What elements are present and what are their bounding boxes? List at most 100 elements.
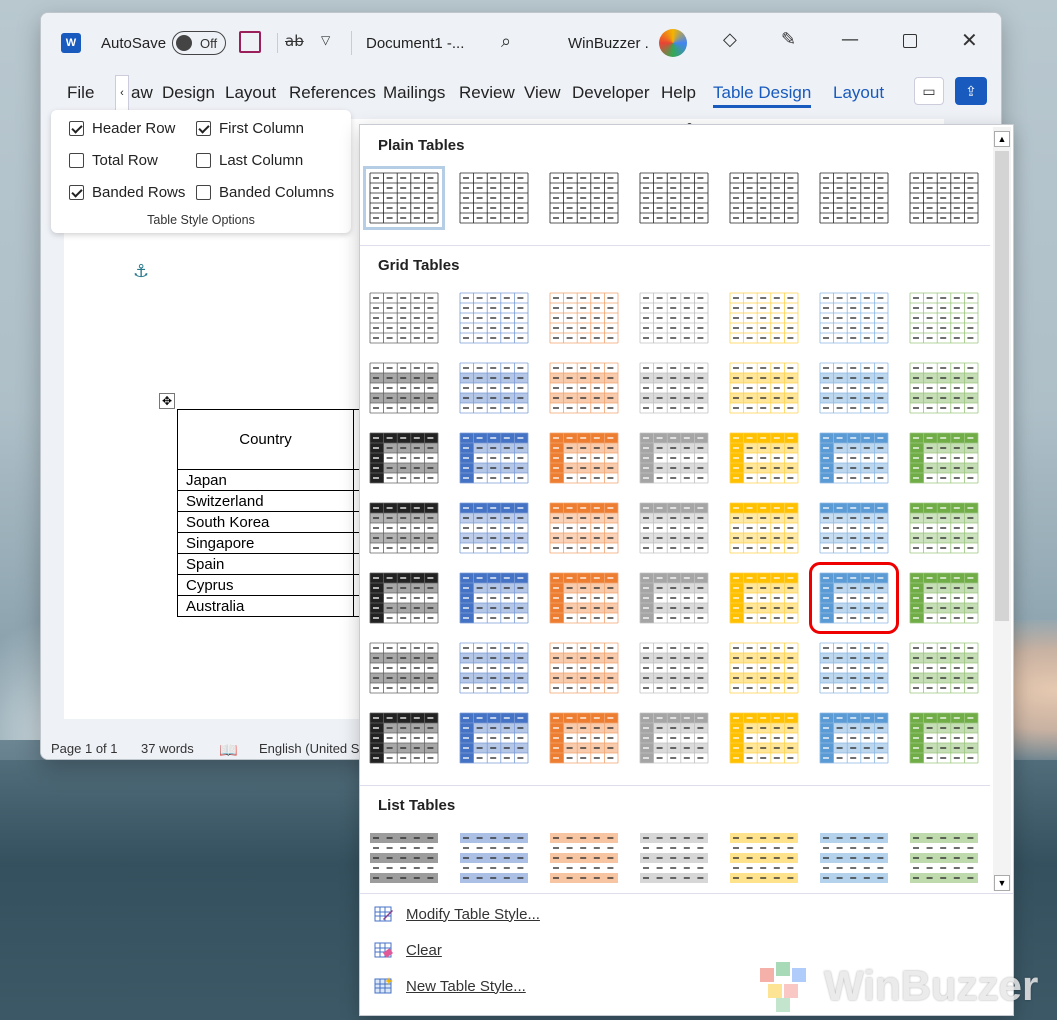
list-table-style-thumb[interactable]: [818, 831, 890, 885]
proofing-icon[interactable]: 📖: [219, 741, 238, 759]
plain-table-style-thumb[interactable]: [458, 171, 530, 225]
scrollbar-thumb[interactable]: [995, 151, 1009, 621]
tab-layout[interactable]: Layout: [225, 83, 276, 103]
grid-table-style-thumb[interactable]: [908, 501, 980, 555]
banded-columns-option[interactable]: Banded Columns: [196, 184, 334, 201]
grid-table-style-thumb[interactable]: [728, 431, 800, 485]
grid-table-style-thumb[interactable]: [818, 711, 890, 765]
clear-item[interactable]: Clear: [374, 940, 442, 960]
plain-table-style-thumb[interactable]: [728, 171, 800, 225]
tab-review[interactable]: Review: [459, 83, 515, 103]
save-icon[interactable]: [239, 31, 261, 53]
first-column-option[interactable]: First Column: [196, 120, 304, 137]
grid-table-style-thumb[interactable]: [908, 431, 980, 485]
banded-rows-option[interactable]: Banded Rows: [69, 184, 185, 201]
new-table-style-item[interactable]: New Table Style...: [374, 976, 526, 996]
strikethrough-icon[interactable]: ab: [285, 32, 304, 50]
tab-file[interactable]: File: [67, 83, 94, 103]
header-row-checkbox[interactable]: [69, 121, 84, 136]
banded-rows-checkbox[interactable]: [69, 185, 84, 200]
minimize-icon[interactable]: —: [841, 29, 859, 50]
grid-table-style-thumb[interactable]: [728, 641, 800, 695]
plain-table-style-thumb[interactable]: [908, 171, 980, 225]
last-column-checkbox[interactable]: [196, 153, 211, 168]
grid-table-style-thumb[interactable]: [818, 431, 890, 485]
autosave-toggle[interactable]: Off: [172, 31, 226, 55]
tab-references[interactable]: References: [289, 83, 376, 103]
grid-table-style-thumb[interactable]: [728, 361, 800, 415]
grid-table-style-thumb[interactable]: [908, 571, 980, 625]
tab-draw[interactable]: aw: [131, 83, 153, 103]
gallery-scrollbar[interactable]: ▲ ▼: [993, 127, 1011, 891]
table-cell[interactable]: Australia: [177, 595, 354, 617]
customize-toolbar-icon[interactable]: ▽: [321, 33, 330, 47]
tab-design[interactable]: Design: [162, 83, 215, 103]
page-count[interactable]: Page 1 of 1: [51, 741, 118, 756]
grid-table-style-thumb[interactable]: [908, 361, 980, 415]
first-column-checkbox[interactable]: [196, 121, 211, 136]
modify-table-style-item[interactable]: Modify Table Style...: [374, 904, 540, 924]
last-column-option[interactable]: Last Column: [196, 152, 303, 169]
grid-table-style-thumb[interactable]: [458, 291, 530, 345]
grid-table-style-thumb[interactable]: [368, 501, 440, 555]
close-icon[interactable]: ✕: [961, 28, 978, 52]
grid-table-style-thumb[interactable]: [368, 571, 440, 625]
grid-table-style-thumb[interactable]: [728, 571, 800, 625]
tab-help[interactable]: Help: [661, 83, 696, 103]
list-table-style-thumb[interactable]: [638, 831, 710, 885]
word-count[interactable]: 37 words: [141, 741, 194, 756]
grid-table-style-thumb[interactable]: [818, 501, 890, 555]
grid-table-style-thumb[interactable]: [548, 641, 620, 695]
share-icon[interactable]: ⇪: [955, 77, 987, 105]
table-cell[interactable]: Japan: [177, 469, 354, 491]
tab-scroll-left[interactable]: ‹: [115, 75, 129, 111]
header-row-option[interactable]: Header Row: [69, 120, 175, 137]
table-cell[interactable]: Spain: [177, 553, 354, 575]
document-title[interactable]: Document1 -...: [366, 35, 464, 52]
list-table-style-thumb[interactable]: [458, 831, 530, 885]
grid-table-style-thumb[interactable]: [638, 291, 710, 345]
grid-table-style-thumb[interactable]: [908, 641, 980, 695]
language-status[interactable]: English (United St: [259, 741, 363, 756]
tab-table-layout[interactable]: Layout: [833, 83, 884, 103]
grid-table-style-thumb[interactable]: [638, 361, 710, 415]
search-icon[interactable]: ⌕: [501, 31, 511, 52]
tab-mailings[interactable]: Mailings: [383, 83, 445, 103]
grid-table-style-thumb[interactable]: [728, 711, 800, 765]
grid-table-style-thumb[interactable]: [458, 711, 530, 765]
list-table-style-thumb[interactable]: [548, 831, 620, 885]
grid-table-style-thumb[interactable]: [818, 641, 890, 695]
pen-icon[interactable]: ✎: [781, 29, 796, 50]
grid-table-style-thumb[interactable]: [368, 431, 440, 485]
grid-table-style-thumb[interactable]: [548, 501, 620, 555]
grid-table-style-thumb[interactable]: [548, 291, 620, 345]
grid-table-style-thumb[interactable]: [638, 641, 710, 695]
table-move-handle[interactable]: ✥: [159, 393, 175, 409]
grid-table-style-thumb[interactable]: [458, 501, 530, 555]
diamond-icon[interactable]: ◇: [723, 29, 737, 50]
grid-table-style-thumb[interactable]: [548, 361, 620, 415]
grid-table-style-thumb[interactable]: [908, 711, 980, 765]
document-table[interactable]: Country Japan Switzerland South Korea Si…: [177, 409, 370, 617]
table-cell[interactable]: Cyprus: [177, 574, 354, 596]
list-table-style-thumb[interactable]: [368, 831, 440, 885]
avatar[interactable]: [659, 29, 687, 57]
grid-table-style-thumb[interactable]: [728, 291, 800, 345]
grid-table-style-thumb[interactable]: [548, 431, 620, 485]
list-table-style-thumb[interactable]: [728, 831, 800, 885]
list-table-style-thumb[interactable]: [908, 831, 980, 885]
grid-table-style-thumb[interactable]: [728, 501, 800, 555]
grid-table-style-thumb[interactable]: [818, 291, 890, 345]
banded-columns-checkbox[interactable]: [196, 185, 211, 200]
grid-table-style-thumb[interactable]: [548, 571, 620, 625]
grid-table-style-thumb[interactable]: [908, 291, 980, 345]
table-cell[interactable]: Switzerland: [177, 490, 354, 512]
grid-table-style-thumb[interactable]: [809, 562, 899, 634]
total-row-checkbox[interactable]: [69, 153, 84, 168]
grid-table-style-thumb[interactable]: [368, 641, 440, 695]
table-cell[interactable]: Singapore: [177, 532, 354, 554]
maximize-icon[interactable]: [903, 34, 917, 48]
grid-table-style-thumb[interactable]: [458, 431, 530, 485]
plain-table-style-thumb[interactable]: [548, 171, 620, 225]
grid-table-style-thumb[interactable]: [458, 641, 530, 695]
